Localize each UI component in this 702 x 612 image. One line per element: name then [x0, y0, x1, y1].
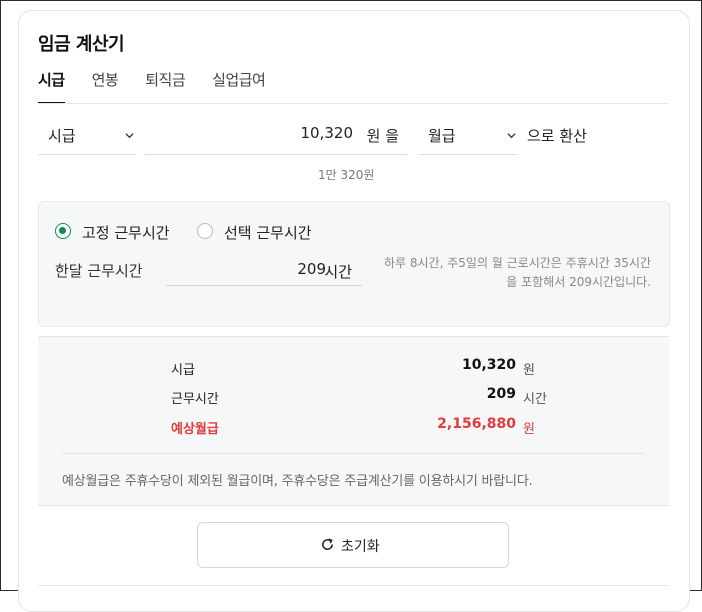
tab-hourly[interactable]: 시급	[38, 69, 65, 104]
work-hours-note: 하루 8시간, 주5일의 월 근로시간은 주휴시간 35시간을 포함해서 209…	[383, 256, 651, 289]
to-unit-value: 월급	[428, 127, 456, 145]
tab-severance[interactable]: 퇴직금	[145, 69, 185, 104]
amount-input[interactable]	[171, 123, 355, 143]
radio-fixed-hours-label: 고정 근무시간	[82, 224, 170, 242]
to-unit-select[interactable]: 월급	[418, 118, 518, 155]
monthly-hours-input[interactable]	[204, 259, 328, 279]
amount-unit: 원 을	[366, 127, 399, 145]
result-hours-value: 209	[486, 386, 516, 402]
radio-unselected-icon	[197, 223, 213, 239]
refresh-icon	[322, 538, 333, 550]
radio-selected-icon	[55, 223, 71, 239]
calculator-title: 임금 계산기	[38, 34, 125, 55]
result-hours-label: 근무시간	[171, 392, 219, 407]
tab-bar: 시급 연봉 퇴직금 실업급여	[38, 69, 292, 104]
result-note: 예상월급은 주휴수당이 제외된 월급이며, 주휴수당은 주급계산기를 이용하시기…	[62, 474, 533, 489]
monthly-hours-unit: 시간	[324, 263, 352, 281]
radio-flexible-hours-label: 선택 근무시간	[224, 224, 312, 242]
result-monthly-label: 예상월급	[171, 422, 219, 437]
tab-annual[interactable]: 연봉	[92, 69, 119, 104]
result-divider	[62, 453, 644, 454]
reset-button-label: 초기화	[341, 539, 380, 555]
tab-unemployment[interactable]: 실업급여	[212, 69, 266, 104]
result-hours-unit: 시간	[523, 392, 547, 407]
monthly-hours-label: 한달 근무시간	[55, 262, 143, 280]
result-monthly-unit: 원	[523, 422, 535, 437]
amount-korean-hint: 1만 320원	[318, 168, 375, 182]
bottom-divider	[38, 585, 669, 586]
chevron-down-icon	[125, 133, 134, 139]
reset-button[interactable]: 초기화	[197, 522, 509, 568]
amount-field: 원 을	[145, 118, 407, 155]
chevron-down-icon	[507, 133, 516, 139]
monthly-hours-field: 시간	[166, 256, 362, 286]
tab-divider	[38, 103, 669, 104]
result-hourly-label: 시급	[171, 363, 195, 378]
result-monthly-value: 2,156,880	[437, 416, 516, 432]
from-unit-select[interactable]: 시급	[38, 118, 136, 155]
result-hourly-unit: 원	[523, 363, 535, 378]
result-hourly-value: 10,320	[461, 357, 516, 373]
from-unit-value: 시급	[48, 127, 76, 145]
conversion-suffix: 으로 환산	[527, 127, 587, 145]
